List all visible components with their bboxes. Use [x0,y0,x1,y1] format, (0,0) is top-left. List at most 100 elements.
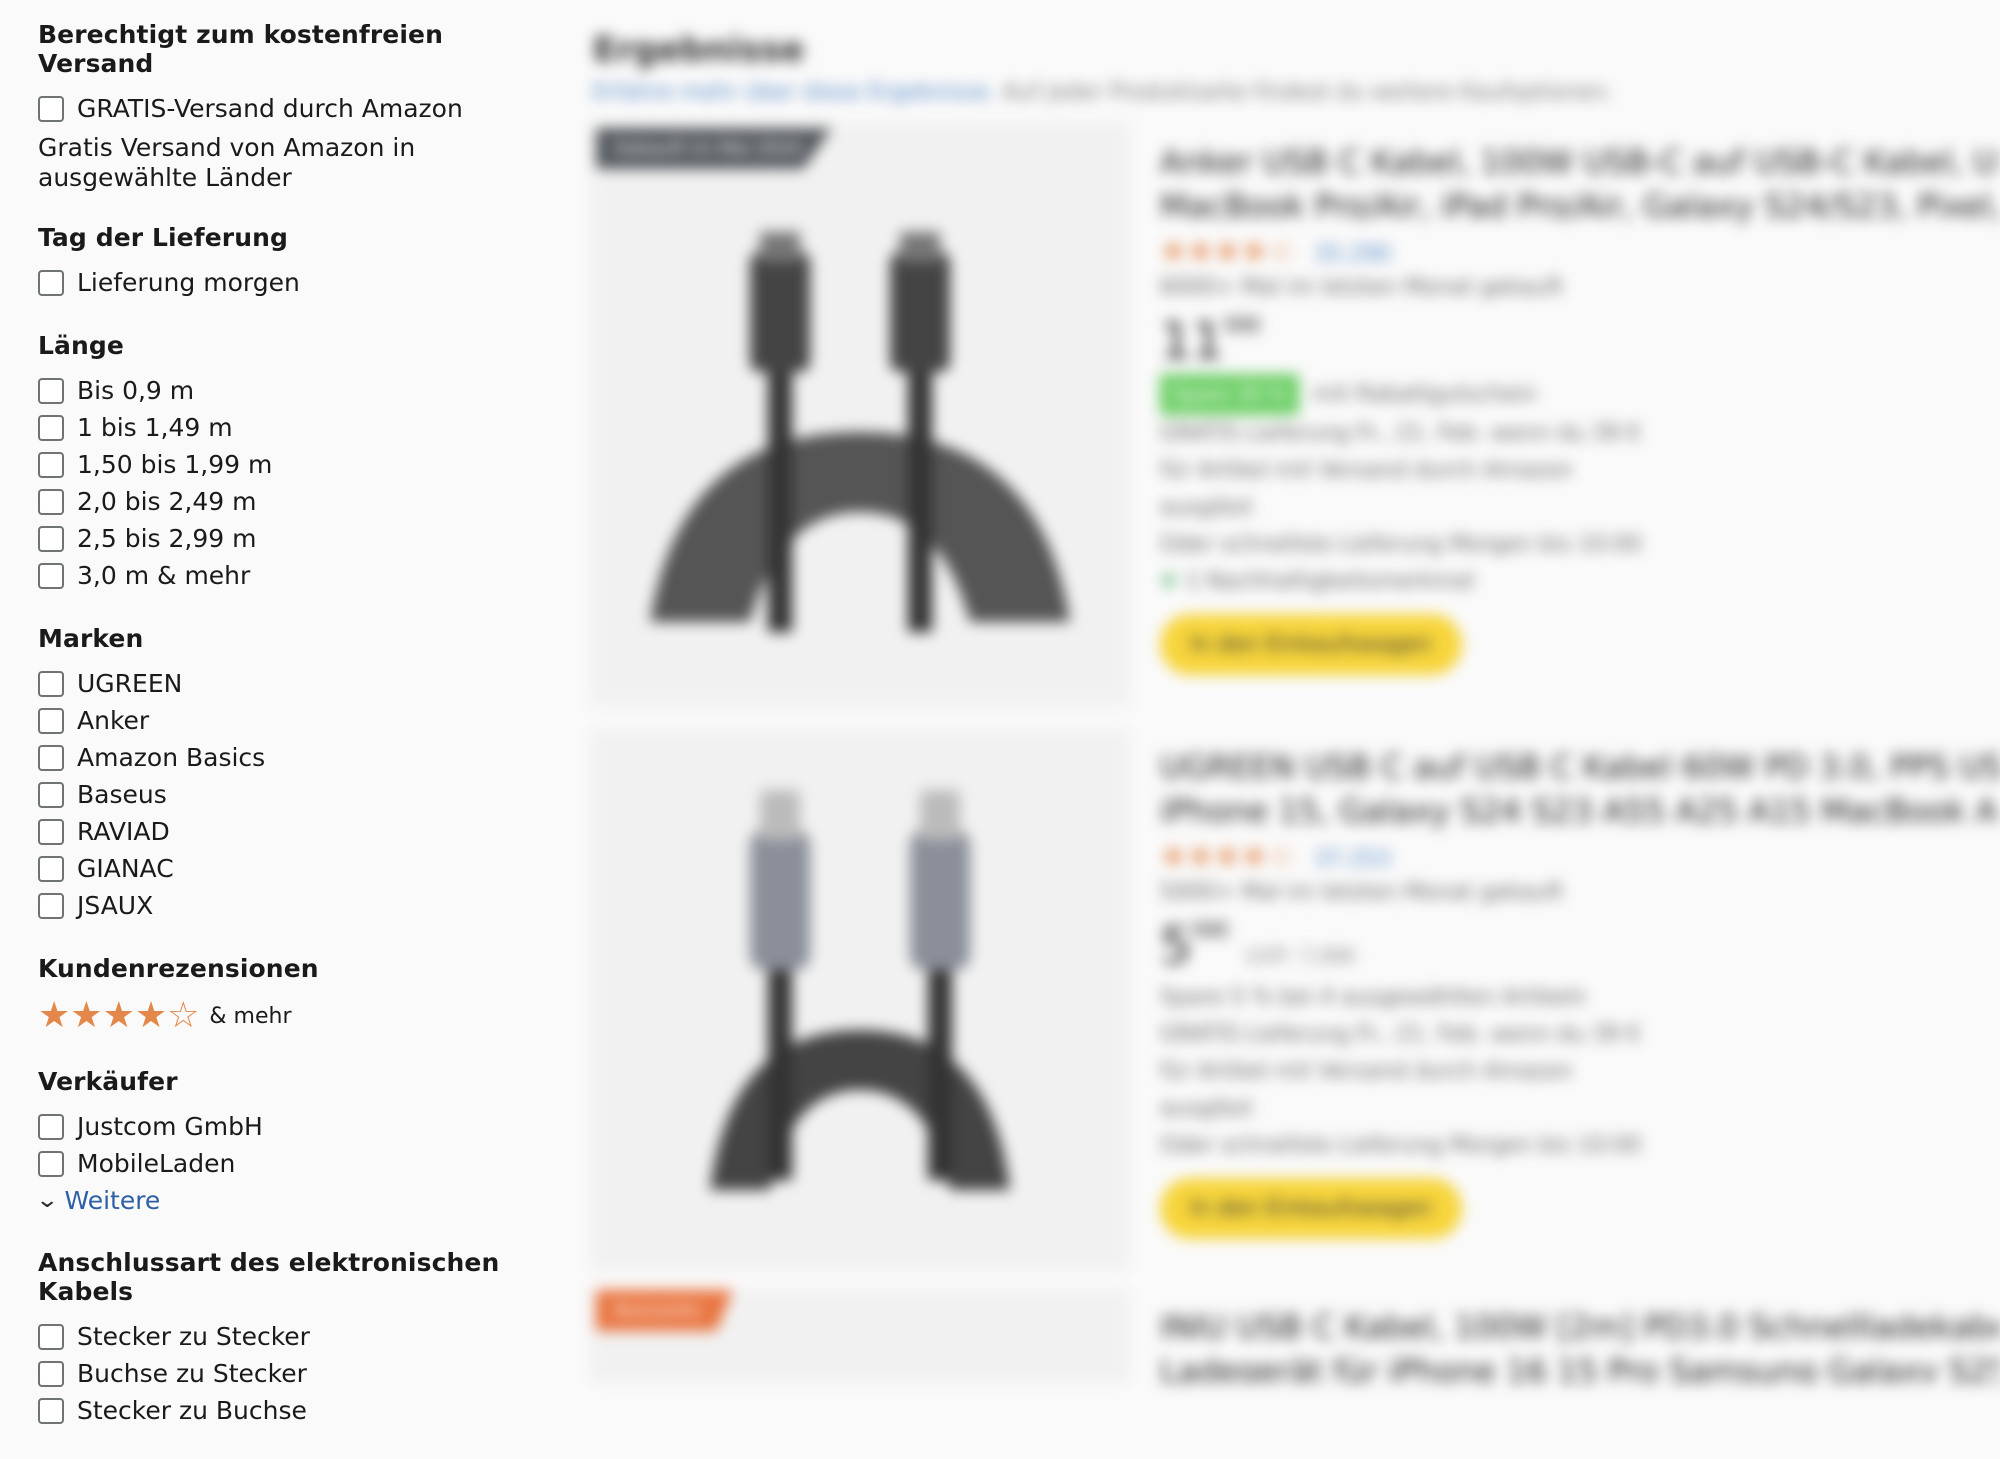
product-rating[interactable]: ★★★★☆ 37.253 [1160,839,2000,874]
product-rating[interactable]: ★★★★☆ 35.290 [1160,234,2000,269]
checkbox[interactable] [38,1113,64,1140]
option-label: Lieferung morgen [77,268,300,297]
option-label: Bis 0,9 m [77,376,195,405]
results-info-link[interactable]: Erfahre mehr über diese Ergebnisse. [593,80,996,105]
section-title: Tag der Lieferung [38,223,288,252]
filter-option-brand[interactable]: JSAUX [38,887,558,924]
star-empty-icon: ☆ [167,995,200,1036]
price-fraction: 99€ [1223,313,1262,337]
filter-sidebar: Berechtigt zum kostenfreien Versand GRAT… [35,20,558,1459]
checkbox[interactable] [38,451,64,478]
filter-option-connector[interactable]: Stecker zu Buchse [38,1392,558,1429]
filter-option-brand[interactable]: GIANAC [38,850,558,887]
checkbox[interactable] [38,525,64,552]
coupon-text: mit Rabattgutschein [1312,382,1537,407]
filter-option-length[interactable]: 2,0 bis 2,49 m [38,483,558,520]
filter-option-length[interactable]: 1 bis 1,49 m [38,409,558,446]
product-info: Anker USB C Kabel, 100W USB-C auf USB-C … [1160,140,2000,675]
option-label: 1 bis 1,49 m [77,413,233,442]
product-image[interactable]: Gekauft im Mai 2024 [590,122,1130,707]
filter-option-brand[interactable]: Amazon Basics [38,739,558,776]
filter-section-seller: Verkäufer Justcom GmbH MobileLaden ⌄ Wei… [35,1067,558,1218]
filter-option-length[interactable]: 1,50 bis 1,99 m [38,446,558,483]
filter-option-delivery-tomorrow[interactable]: Lieferung morgen [38,264,558,301]
option-label: Buchse zu Stecker [77,1359,307,1388]
product-image[interactable] [590,730,1130,1270]
results-subtitle-text: Auf jeder Produktseite findest du weiter… [1002,80,1614,105]
sustainability-row[interactable]: ❦ 1 Nachhaltigkeitsmerkmal [1160,563,2000,600]
stars-suffix: & mehr [209,1003,292,1029]
filter-option-length[interactable]: 2,5 bis 2,99 m [38,520,558,557]
filter-option-brand[interactable]: Anker [38,702,558,739]
checkbox[interactable] [38,1150,64,1177]
checkbox[interactable] [38,744,64,771]
checkbox[interactable] [38,488,64,515]
product-image[interactable]: Bestseller [590,1290,1130,1383]
filter-option-length[interactable]: Bis 0,9 m [38,372,558,409]
star-filled-icon: ★ [134,995,168,1036]
delivery-info: ausgibst [1160,495,1254,520]
filter-option-connector[interactable]: Buchse zu Stecker [38,1355,558,1392]
rating-count[interactable]: 35.290 [1314,242,1391,267]
product-title-line2[interactable]: iPhone 15, Galaxy S24 S23 A55 A25 A15 Ma… [1160,789,2000,833]
star-filled-icon: ★ [38,995,71,1036]
checkbox[interactable] [38,855,64,882]
filter-option-seller[interactable]: Justcom GmbH [38,1108,558,1145]
checkbox[interactable] [38,707,64,734]
add-to-cart-button[interactable]: In den Einkaufswagen [1160,614,1462,675]
delivery-info: für Artikel mit Versand durch Amazon [1160,1059,1573,1084]
product-title[interactable]: Anker USB C Kabel, 100W USB-C auf USB-C … [1160,140,2000,184]
filter-option-brand[interactable]: RAVIAD [38,813,558,850]
results-panel: Ergebnisse Erfahre mehr über diese Ergeb… [590,0,2000,1383]
option-label: GRATIS-Versand durch Amazon [77,94,463,123]
option-label: Justcom GmbH [77,1112,263,1141]
star-filled-icon: ★ [70,995,103,1036]
coupon-row[interactable]: Spare 30 % mit Rabattgutschein [1160,374,2000,415]
checkbox[interactable] [38,269,64,296]
checkbox[interactable] [38,377,64,404]
filter-option-length[interactable]: 3,0 m & mehr [38,557,558,594]
product-title-line2[interactable]: MacBook Pro/Air, iPad Pro/Air, Galaxy S2… [1160,184,2000,228]
product-info: UGREEN USB C auf USB C Kabel 60W PD 3.0,… [1160,745,2000,1239]
product-title[interactable]: UGREEN USB C auf USB C Kabel 60W PD 3.0,… [1160,745,2000,789]
option-label: Stecker zu Stecker [77,1322,310,1351]
product-price: 1199€ [1160,312,2000,370]
checkbox[interactable] [38,1397,64,1424]
filter-option-connector[interactable]: Stecker zu Stecker [38,1318,558,1355]
option-label: 1,50 bis 1,99 m [77,450,273,479]
filter-option-brand[interactable]: Baseus [38,776,558,813]
product-price: 599€ UVP: 7,99€ [1160,917,2000,975]
cable-image [710,790,1010,1190]
star-rating-filter[interactable]: ★ ★ ★ ★ ☆ & mehr [38,995,558,1037]
product-info: INIU USB C Kabel, 100W [2m] PD3.0 Schnel… [1160,1305,2000,1383]
checkbox[interactable] [38,562,64,589]
chevron-down-icon: ⌄ [35,1187,60,1213]
option-label: 2,0 bis 2,49 m [77,487,257,516]
section-title: Länge [38,331,124,360]
checkbox[interactable] [38,95,64,122]
filter-option-brand[interactable]: UGREEN [38,665,558,702]
rating-count[interactable]: 37.253 [1314,847,1391,872]
section-title: Kundenrezensionen [38,954,319,983]
sustainability-text: 1 Nachhaltigkeitsmerkmal [1185,569,1475,594]
bought-count: 6000+ Mal im letzten Monat gekauft [1160,275,1564,300]
delivery-info: ausgibst [1160,1096,1254,1121]
filter-option-free-shipping[interactable]: GRATIS-Versand durch Amazon [38,90,558,127]
checkbox[interactable] [38,414,64,441]
checkbox[interactable] [38,818,64,845]
checkbox[interactable] [38,781,64,808]
coupon-text[interactable]: Spare 5 % bei 4 ausgewählten Artikeln [1160,979,2000,1016]
product-title-line2[interactable]: Ladegerät für iPhone 16 15 Pro Samsung G… [1160,1349,2000,1383]
checkbox[interactable] [38,892,64,919]
checkbox[interactable] [38,670,64,697]
see-more-link[interactable]: ⌄ Weitere [35,1182,558,1218]
price-whole: 11 [1160,312,1224,370]
filter-option-seller[interactable]: MobileLaden [38,1145,558,1182]
product-title[interactable]: INIU USB C Kabel, 100W [2m] PD3.0 Schnel… [1160,1305,2000,1349]
option-label: 3,0 m & mehr [77,561,251,590]
price-fraction: 99€ [1191,918,1230,942]
add-to-cart-button[interactable]: In den Einkaufswagen [1160,1178,1462,1239]
price-whole: 5 [1160,917,1192,975]
checkbox[interactable] [38,1323,64,1350]
filter-section-connector: Anschlussart des elektronischen Kabels S… [38,1248,558,1429]
